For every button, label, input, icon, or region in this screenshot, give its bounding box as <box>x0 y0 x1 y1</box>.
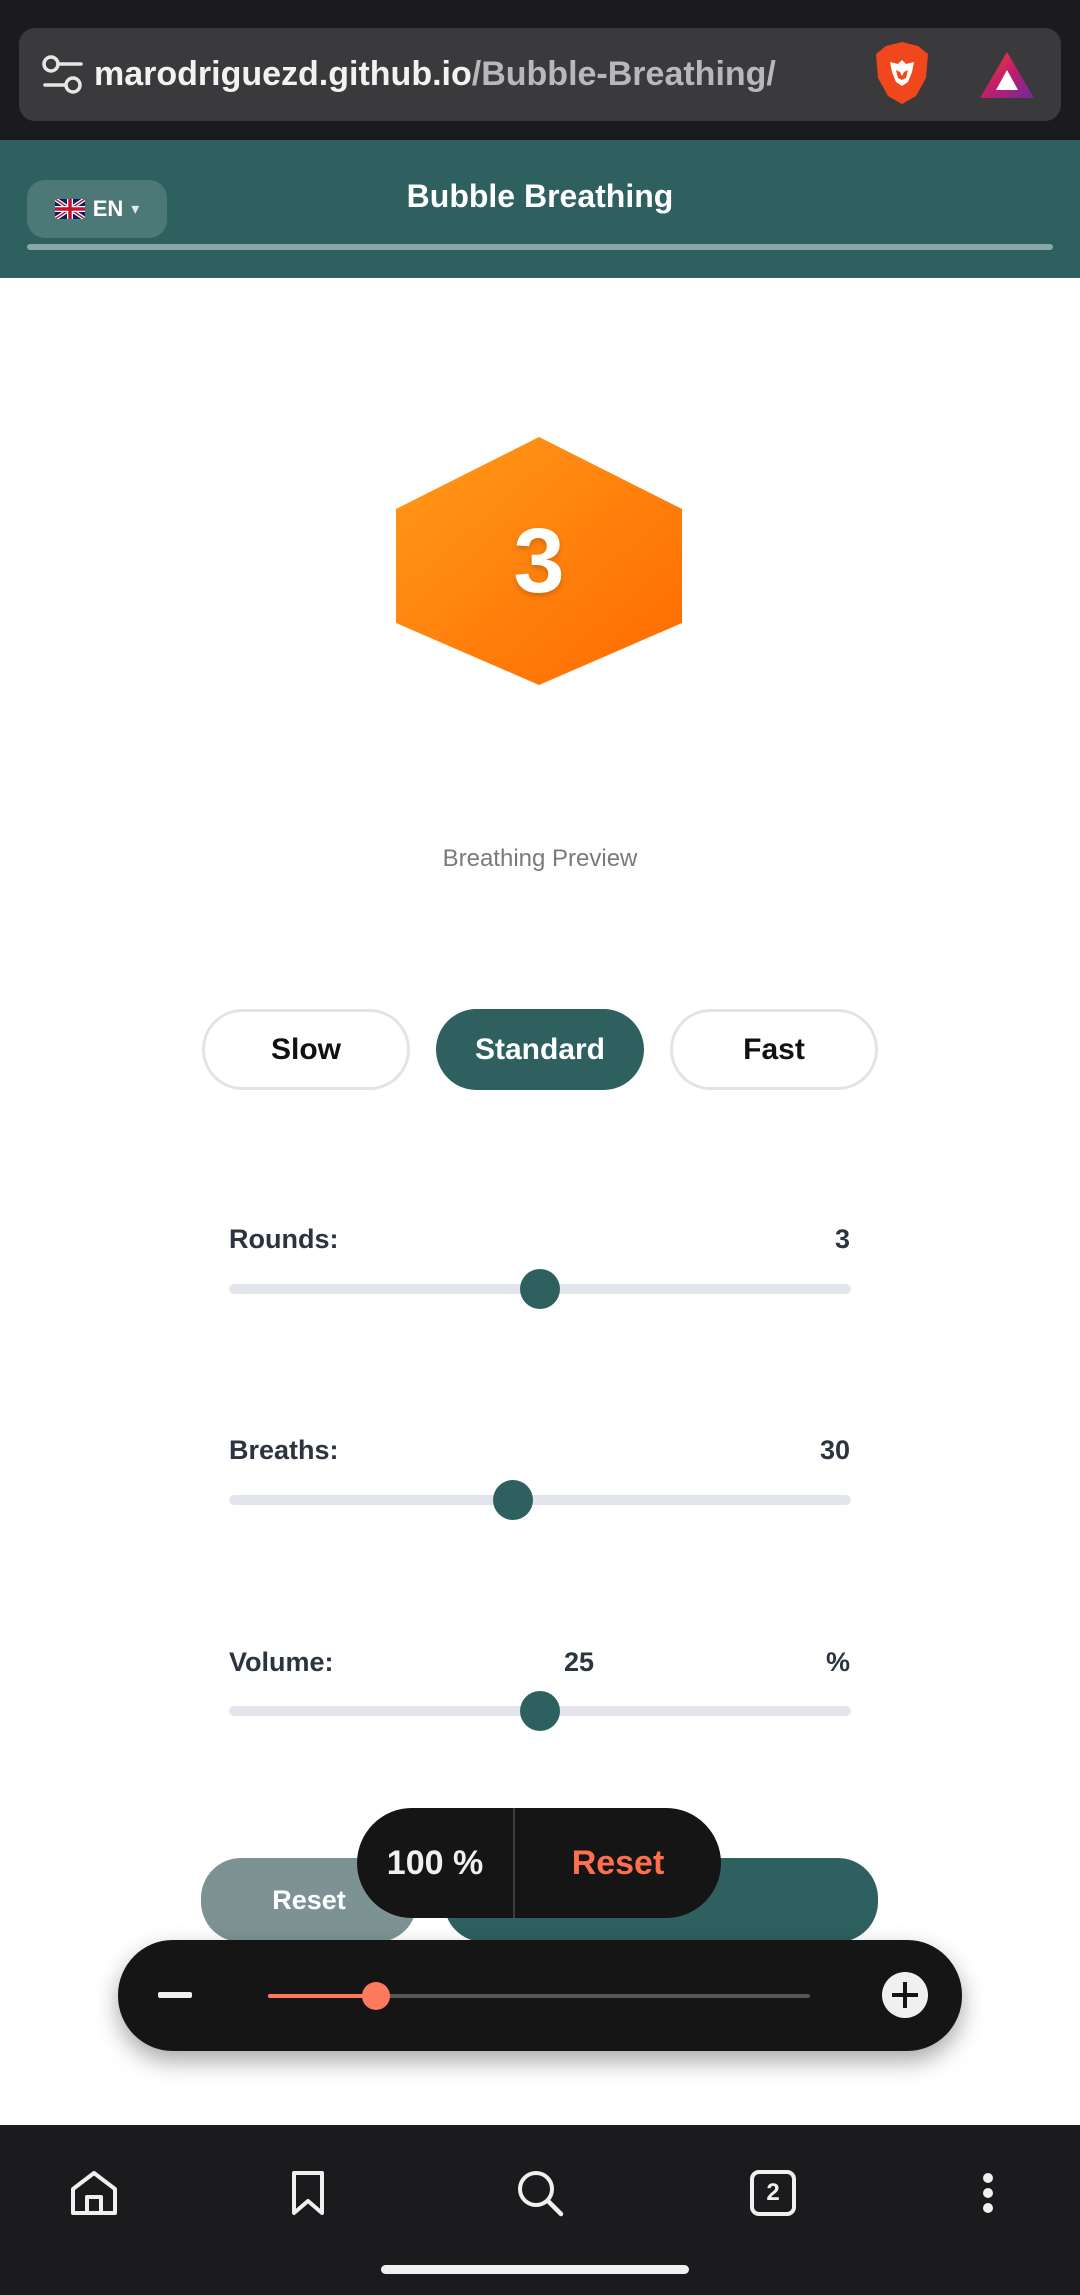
bookmark-icon <box>292 2171 324 2215</box>
pace-standard-button[interactable]: Standard <box>436 1009 644 1090</box>
brave-rewards-icon[interactable] <box>978 50 1036 100</box>
zoom-slider-fill <box>268 1994 377 1998</box>
pace-slow-button[interactable]: Slow <box>202 1009 410 1090</box>
volume-slider-thumb[interactable] <box>520 1691 560 1731</box>
url-host: marodriguezd.github.io <box>94 55 472 93</box>
home-button[interactable] <box>54 2153 134 2233</box>
rounds-slider-thumb[interactable] <box>520 1269 560 1309</box>
screen: marodriguezd.github.io/Bubble-Breathing/ <box>0 0 1080 2295</box>
bookmarks-button[interactable] <box>268 2153 348 2233</box>
rounds-value: 3 <box>834 1224 850 1254</box>
menu-button[interactable] <box>948 2153 1028 2233</box>
volume-value: 25 <box>564 1647 595 1677</box>
breaths-slider-thumb[interactable] <box>492 1480 533 1520</box>
session-progress-bar <box>27 244 1053 250</box>
browser-toolbar: marodriguezd.github.io/Bubble-Breathing/ <box>0 0 1080 140</box>
more-vertical-icon <box>983 2173 993 2213</box>
volume-label: Volume: <box>229 1647 334 1677</box>
breaths-label: Breaths: <box>229 1435 339 1465</box>
zoom-popup: 100 % Reset <box>357 1808 721 1918</box>
zoom-slider-thumb[interactable] <box>362 1982 391 2010</box>
tabs-button[interactable]: 2 <box>733 2153 813 2233</box>
brave-shields-icon[interactable] <box>872 40 932 106</box>
zoom-out-icon[interactable] <box>158 1992 192 1998</box>
url-text: marodriguezd.github.io/Bubble-Breathing/ <box>94 28 776 121</box>
search-button[interactable] <box>500 2153 580 2233</box>
zoom-control-bar <box>118 1940 962 2051</box>
page-title: Bubble Breathing <box>406 178 674 214</box>
volume-unit: % <box>825 1647 850 1677</box>
search-icon <box>518 2171 564 2217</box>
site-settings-icon[interactable] <box>39 52 87 98</box>
url-path: /Bubble-Breathing/ <box>471 55 776 93</box>
zoom-in-icon[interactable] <box>882 1972 928 2018</box>
countdown-number: 3 <box>513 509 565 612</box>
zoom-reset-button[interactable]: Reset <box>515 1844 721 1883</box>
pace-fast-button[interactable]: Fast <box>670 1009 878 1090</box>
home-icon <box>71 2171 117 2215</box>
app-header: EN ▾ Bubble Breathing <box>0 140 1080 278</box>
breaths-value: 30 <box>819 1435 850 1465</box>
home-indicator <box>381 2265 689 2274</box>
rounds-label: Rounds: <box>229 1224 339 1254</box>
tabs-count-icon: 2 <box>750 2170 796 2216</box>
breaths-slider[interactable] <box>229 1495 851 1505</box>
preview-label: Breathing Preview <box>442 845 638 872</box>
zoom-level: 100 % <box>386 1843 484 1882</box>
